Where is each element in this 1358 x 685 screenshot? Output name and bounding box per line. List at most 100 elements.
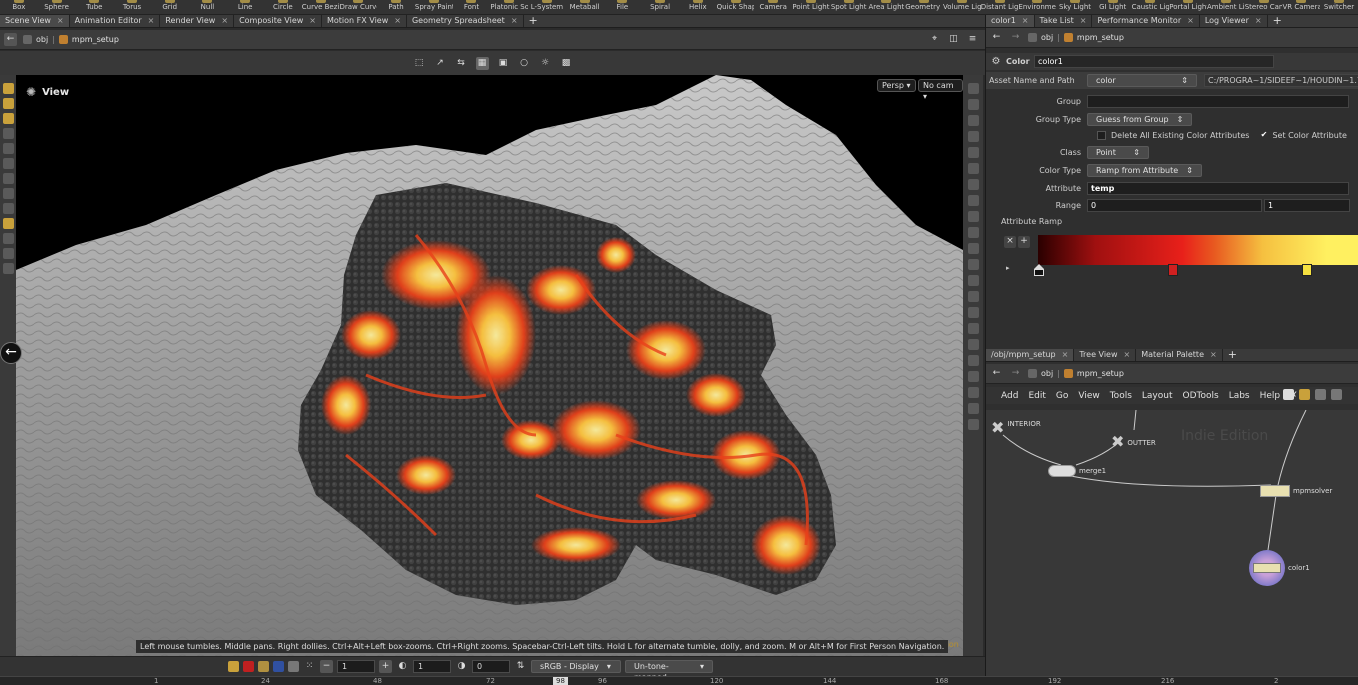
- add-key-icon[interactable]: +: [1018, 236, 1030, 248]
- pin-view-icon[interactable]: [967, 419, 979, 430]
- view-tool-icon[interactable]: [2, 233, 14, 244]
- lighting-icon[interactable]: ☼: [539, 57, 552, 70]
- shelf-tool[interactable]: Torus: [113, 0, 151, 14]
- lock-icon[interactable]: [967, 115, 979, 126]
- pen-icon[interactable]: [967, 243, 979, 254]
- range-min-field[interactable]: 0: [1087, 199, 1262, 212]
- brush-tool-icon[interactable]: [2, 113, 14, 124]
- breadcrumb[interactable]: obj | mpm_setup: [1028, 33, 1124, 42]
- camera-link-icon[interactable]: ◫: [947, 33, 960, 46]
- forward-arrow-icon[interactable]: →: [1009, 367, 1022, 380]
- tonemap-dropdown[interactable]: Un-tone-mapped ▾: [625, 660, 713, 682]
- display-dropdown[interactable]: sRGB - Display ▾: [531, 660, 621, 673]
- tab-geometry-spreadsheet[interactable]: Geometry Spreadsheet ×: [407, 15, 524, 27]
- paint-tool-icon[interactable]: [2, 98, 14, 109]
- class-dropdown[interactable]: Point ⇕: [1087, 146, 1149, 159]
- snap-grid-icon[interactable]: ⁙: [303, 660, 316, 673]
- camera-icon[interactable]: [967, 371, 979, 382]
- sticky-note-icon[interactable]: [1299, 389, 1310, 400]
- normals-icon[interactable]: [967, 195, 979, 206]
- bulb-icon[interactable]: [967, 163, 979, 174]
- breadcrumb[interactable]: obj | mpm_setup: [1028, 369, 1124, 378]
- color-swatch-icon[interactable]: [228, 661, 239, 672]
- shelf-tool[interactable]: VR Camera: [1282, 0, 1320, 14]
- node-interior[interactable]: ✖ INTERIOR: [991, 420, 1041, 436]
- transform-icon[interactable]: ↗: [434, 57, 447, 70]
- shelf-tool[interactable]: Path: [377, 0, 415, 14]
- menu-view[interactable]: View: [1078, 391, 1099, 401]
- select-mode-icon[interactable]: ⬚: [413, 57, 426, 70]
- node-mpmsolver[interactable]: mpmsolver: [1260, 485, 1332, 497]
- shelf-tool[interactable]: Null: [189, 0, 227, 14]
- group-type-dropdown[interactable]: Guess from Group ⇕: [1087, 113, 1193, 126]
- shelf-tool[interactable]: Line: [226, 0, 264, 14]
- close-icon[interactable]: ×: [1022, 15, 1029, 27]
- background-icon[interactable]: [967, 339, 979, 350]
- breadcrumb[interactable]: obj | mpm_setup: [23, 35, 119, 44]
- close-icon[interactable]: ×: [511, 15, 518, 27]
- tab-tree-view[interactable]: Tree View ×: [1074, 349, 1137, 361]
- shelf-tool[interactable]: Caustic Light: [1132, 0, 1169, 14]
- network-editor[interactable]: ✖ INTERIOR ✖ OUTTER merge1 mpmsolver col…: [986, 410, 1358, 676]
- display-options-icon[interactable]: ▦: [475, 56, 489, 70]
- pin-icon[interactable]: ⌖: [928, 33, 941, 46]
- shelf-tool[interactable]: Spot Light: [830, 0, 868, 14]
- close-icon[interactable]: ×: [221, 15, 228, 27]
- close-icon[interactable]: ×: [1210, 349, 1217, 361]
- frame-icon[interactable]: [967, 99, 979, 110]
- tab-log-viewer[interactable]: Log Viewer ×: [1200, 15, 1268, 27]
- exposure-field[interactable]: 0: [472, 660, 510, 673]
- ramp-expand-icon[interactable]: ▸: [1006, 264, 1010, 272]
- back-arrow-icon[interactable]: ←: [990, 367, 1003, 380]
- grid-mode-icon[interactable]: [1331, 389, 1342, 400]
- tab-performance-monitor[interactable]: Performance Monitor ×: [1092, 15, 1200, 27]
- shelf-tool[interactable]: GI Light: [1094, 0, 1132, 14]
- shelf-tool[interactable]: Box: [0, 0, 38, 14]
- node-name-field[interactable]: color1: [1034, 55, 1274, 68]
- yellow-swatch-icon[interactable]: [258, 661, 269, 672]
- shelf-tool[interactable]: L-System: [528, 0, 566, 14]
- cycle-tool-icon[interactable]: [2, 263, 14, 274]
- add-tab-icon[interactable]: +: [1268, 15, 1287, 27]
- close-icon[interactable]: ×: [309, 15, 316, 27]
- timeline[interactable]: 1 24 48 72 96 120 144 168 192 216 2 98: [0, 676, 1358, 685]
- shelf-tool[interactable]: Quick Shapes: [717, 0, 754, 14]
- grid-toggle-icon[interactable]: [967, 323, 979, 334]
- close-icon[interactable]: ×: [1080, 15, 1087, 27]
- gamma-field[interactable]: 1: [413, 660, 451, 673]
- template-icon[interactable]: [967, 275, 979, 286]
- blue-swatch-icon[interactable]: [273, 661, 284, 672]
- menu-labs[interactable]: Labs: [1229, 391, 1250, 401]
- lut-icon[interactable]: ⇅: [514, 660, 527, 673]
- lock-tool-icon[interactable]: [2, 158, 14, 169]
- home-view-icon[interactable]: [967, 83, 979, 94]
- collapse-arrow-icon[interactable]: ←: [0, 342, 22, 364]
- menu-edit[interactable]: Edit: [1028, 391, 1045, 401]
- asset-path-field[interactable]: C:/PROGRA~1/SIDEEF~1/HOUDIN~1.700/h: [1204, 74, 1358, 87]
- shelf-tool[interactable]: Sky Light: [1056, 0, 1094, 14]
- menu-odtools[interactable]: ODTools: [1183, 391, 1219, 401]
- delete-attrs-checkbox[interactable]: [1097, 131, 1106, 140]
- visibility-icon[interactable]: [967, 387, 979, 398]
- tab-composite-view[interactable]: Composite View ×: [234, 15, 322, 27]
- shading-icon[interactable]: [967, 147, 979, 158]
- menu-help[interactable]: Help: [1260, 391, 1281, 401]
- shelf-tool[interactable]: Area Light: [868, 0, 906, 14]
- shelf-tool[interactable]: Spiral: [641, 0, 679, 14]
- gear-icon[interactable]: ⚙: [986, 56, 1006, 67]
- range-max-field[interactable]: 1: [1264, 199, 1350, 212]
- points-icon[interactable]: [967, 211, 979, 222]
- tab-take-list[interactable]: Take List ×: [1035, 15, 1093, 27]
- camera-dropdown[interactable]: No cam ▾: [918, 79, 963, 101]
- shelf-tool[interactable]: Circle: [264, 0, 302, 14]
- close-icon[interactable]: ×: [1255, 15, 1262, 27]
- back-arrow-icon[interactable]: ←: [4, 33, 17, 46]
- persp-dropdown[interactable]: Persp ▾: [877, 79, 916, 92]
- view-menu-icon[interactable]: ✺: [26, 85, 36, 99]
- magnet-tool-icon[interactable]: [2, 248, 14, 259]
- list-mode-icon[interactable]: [1315, 389, 1326, 400]
- contrast-icon[interactable]: ◐: [396, 660, 409, 673]
- ramp-key-1[interactable]: [1168, 264, 1178, 276]
- select-tool-icon[interactable]: [2, 83, 14, 94]
- group-field[interactable]: [1087, 95, 1349, 108]
